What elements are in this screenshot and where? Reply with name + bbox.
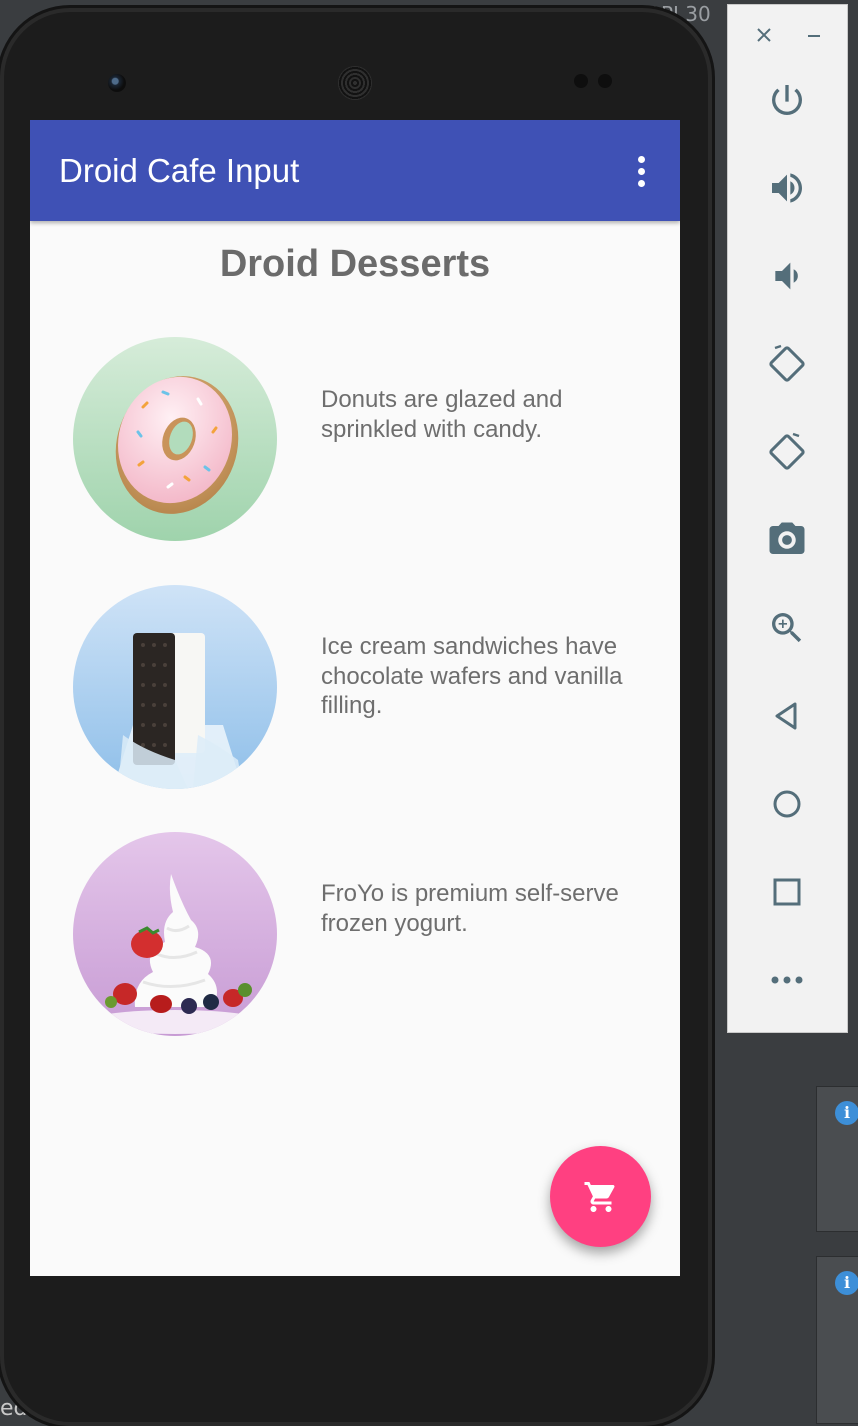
info-icon: i (835, 1271, 858, 1295)
rotate-left-icon[interactable] (758, 335, 816, 393)
volume-down-icon[interactable] (758, 247, 816, 305)
overview-icon[interactable] (758, 863, 816, 921)
ice-cream-sandwich-image[interactable] (73, 585, 277, 789)
earpiece-speaker (338, 66, 372, 100)
light-sensor (598, 74, 612, 88)
notification-card[interactable]: i (816, 1256, 858, 1424)
cart-fab-button[interactable] (550, 1146, 651, 1247)
froyo-image[interactable] (73, 832, 277, 1036)
more-icon[interactable] (758, 951, 816, 1009)
emulator-toolbar (727, 4, 848, 1033)
page-title: Droid Desserts (219, 243, 491, 285)
dessert-description: FroYo is premium self-serve frozen yogur… (321, 880, 619, 937)
back-icon[interactable] (758, 687, 816, 745)
front-camera (108, 74, 126, 92)
power-icon[interactable] (758, 71, 816, 129)
dessert-description: Ice cream sandwiches have chocolate wafe… (321, 633, 623, 719)
app-bar: Droid Cafe Input (30, 120, 680, 221)
donut-image[interactable] (73, 337, 277, 541)
info-icon: i (835, 1101, 858, 1125)
overflow-menu-icon[interactable] (626, 150, 656, 192)
app-title: Droid Cafe Input (59, 152, 300, 189)
volume-up-icon[interactable] (758, 159, 816, 217)
camera-icon[interactable] (758, 511, 816, 569)
close-icon[interactable] (752, 23, 776, 47)
phone-screen: Droid Cafe Input Droid Desserts Donuts a… (30, 120, 680, 1276)
shopping-cart-icon (584, 1181, 615, 1212)
zoom-icon[interactable] (758, 599, 816, 657)
dessert-description: Donuts are glazed and sprinkled with can… (321, 386, 563, 443)
minimize-icon[interactable] (802, 23, 826, 47)
rotate-right-icon[interactable] (758, 423, 816, 481)
notification-card[interactable]: i (816, 1086, 858, 1232)
proximity-sensor (574, 74, 588, 88)
home-icon[interactable] (758, 775, 816, 833)
